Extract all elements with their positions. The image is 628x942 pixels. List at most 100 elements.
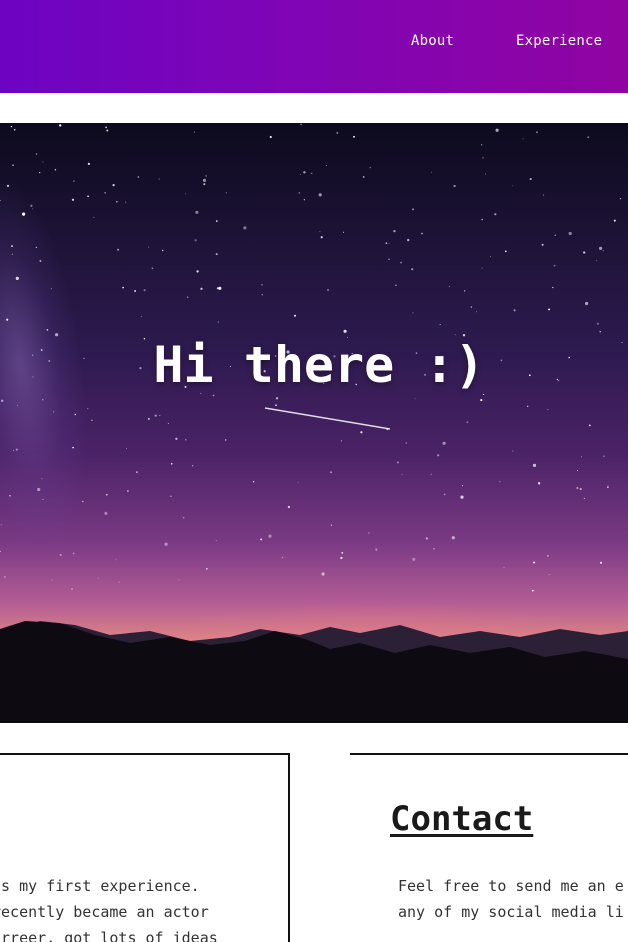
star xyxy=(526,405,529,408)
star xyxy=(281,556,284,559)
star xyxy=(6,318,9,321)
star xyxy=(269,135,272,139)
star xyxy=(275,404,277,407)
star xyxy=(39,260,42,262)
shooting-star xyxy=(264,407,391,430)
star xyxy=(581,456,583,458)
star xyxy=(532,463,537,467)
star xyxy=(115,559,117,561)
star xyxy=(205,175,207,177)
star xyxy=(583,251,586,254)
star xyxy=(30,204,33,207)
star xyxy=(260,538,263,541)
star xyxy=(490,256,492,258)
top-navbar: About Experience xyxy=(0,0,628,93)
star xyxy=(513,309,516,312)
star xyxy=(599,246,603,250)
star xyxy=(512,185,514,187)
star xyxy=(225,192,227,194)
nav-link-about[interactable]: About xyxy=(411,33,454,49)
star xyxy=(4,576,6,578)
star xyxy=(50,288,52,290)
star xyxy=(533,561,536,564)
star xyxy=(401,473,403,475)
star xyxy=(71,588,73,590)
star xyxy=(503,567,505,569)
star xyxy=(159,414,161,417)
star xyxy=(134,290,137,292)
star xyxy=(596,322,599,325)
star xyxy=(215,253,218,256)
star xyxy=(576,486,579,490)
star xyxy=(154,414,157,417)
star xyxy=(613,219,616,222)
star xyxy=(6,184,10,187)
about-text: is my first experience. recently became … xyxy=(0,873,218,942)
star xyxy=(588,424,591,427)
nav-link-experience[interactable]: Experience xyxy=(516,33,602,49)
star xyxy=(421,232,423,235)
star xyxy=(51,579,53,581)
star xyxy=(499,481,501,483)
star xyxy=(412,312,414,314)
star xyxy=(294,314,296,317)
star xyxy=(407,238,410,242)
star xyxy=(603,455,605,457)
star xyxy=(461,485,464,487)
star xyxy=(536,131,538,134)
star xyxy=(541,243,544,246)
star xyxy=(287,505,291,509)
star xyxy=(396,461,399,464)
star xyxy=(87,407,89,410)
star xyxy=(0,524,2,526)
star xyxy=(72,446,74,449)
star xyxy=(71,198,75,201)
star xyxy=(596,259,598,261)
star xyxy=(104,511,108,515)
star xyxy=(54,168,57,171)
star xyxy=(195,210,199,214)
star xyxy=(439,324,441,325)
star xyxy=(212,394,215,397)
star xyxy=(87,195,90,198)
contact-line: Feel free to send me an e xyxy=(398,877,624,895)
star xyxy=(362,176,365,178)
star xyxy=(442,441,446,445)
star xyxy=(433,548,435,550)
star xyxy=(321,572,325,576)
star xyxy=(10,125,13,128)
star xyxy=(431,171,433,173)
star xyxy=(464,290,466,292)
star xyxy=(343,329,347,333)
star xyxy=(175,437,178,440)
star xyxy=(243,226,247,230)
star xyxy=(126,448,127,450)
star xyxy=(91,419,93,422)
star xyxy=(554,234,556,236)
star xyxy=(385,242,388,244)
star xyxy=(16,404,19,406)
star xyxy=(300,123,302,126)
star xyxy=(600,561,602,564)
star xyxy=(112,183,115,187)
star xyxy=(0,550,2,553)
star xyxy=(425,537,429,540)
star xyxy=(552,286,554,289)
star xyxy=(148,246,150,248)
contact-title: Contact xyxy=(390,799,534,839)
star xyxy=(443,493,446,496)
star xyxy=(9,495,11,497)
star xyxy=(579,488,582,491)
star xyxy=(15,448,18,451)
star xyxy=(607,484,609,486)
star xyxy=(481,218,484,221)
star xyxy=(39,172,41,174)
star xyxy=(275,397,279,400)
star xyxy=(485,173,487,175)
star xyxy=(466,421,469,424)
star xyxy=(217,321,220,323)
star xyxy=(185,193,187,195)
star xyxy=(414,398,416,400)
star xyxy=(215,220,218,222)
star xyxy=(12,449,14,451)
